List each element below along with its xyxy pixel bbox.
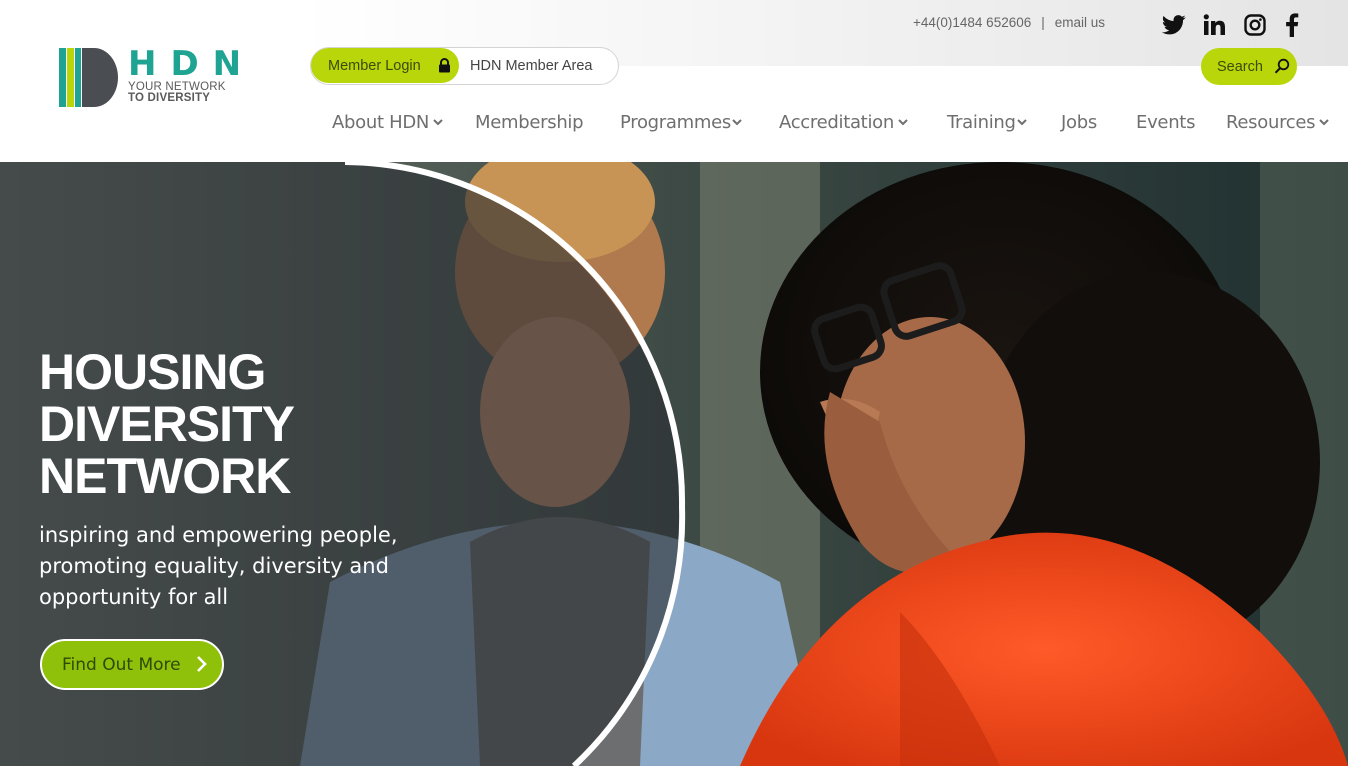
- member-area-link[interactable]: HDN Member Area: [470, 58, 592, 74]
- logo-mark-icon: [59, 48, 118, 107]
- instagram-icon[interactable]: [1244, 12, 1285, 38]
- nav-about-hdn-label: About HDN: [332, 112, 430, 133]
- nav-jobs[interactable]: Jobs: [1061, 112, 1097, 133]
- search-icon: [1274, 58, 1290, 74]
- nav-resources-label: Resources: [1226, 112, 1316, 133]
- find-out-more-button[interactable]: Find Out More: [40, 639, 224, 690]
- hero-subtitle-line1: inspiring and empowering people,: [39, 523, 398, 547]
- main-navigation: About HDN Membership Programmes Accredit…: [0, 112, 1348, 138]
- nav-training-label: Training: [947, 112, 1016, 133]
- hero-banner: HOUSING DIVERSITY NETWORK inspiring and …: [0, 162, 1348, 766]
- nav-events-label: Events: [1136, 112, 1196, 133]
- hero-subtitle-line2: promoting equality, diversity and: [39, 554, 389, 578]
- nav-programmes[interactable]: Programmes: [620, 112, 742, 133]
- nav-membership[interactable]: Membership: [475, 112, 584, 133]
- hero-subtitle: inspiring and empowering people, promoti…: [39, 520, 459, 613]
- chevron-down-icon: [1319, 119, 1329, 126]
- nav-resources[interactable]: Resources: [1226, 112, 1329, 133]
- chevron-down-icon: [898, 119, 908, 126]
- search-button[interactable]: Search: [1201, 48, 1297, 85]
- nav-events[interactable]: Events: [1136, 112, 1195, 133]
- social-links: [1162, 12, 1326, 38]
- contact-separator: |: [1041, 15, 1045, 30]
- nav-accreditation[interactable]: Accreditation: [779, 112, 908, 133]
- hero-title: HOUSING DIVERSITY NETWORK: [39, 344, 295, 504]
- nav-jobs-label: Jobs: [1061, 112, 1097, 133]
- site-header: HDN YOUR NETWORK TO DIVERSITY +44(0)1484…: [0, 0, 1348, 162]
- logo-tagline-line2: TO DIVERSITY: [128, 92, 211, 104]
- lock-icon: [439, 58, 450, 73]
- email-link[interactable]: email us: [1055, 15, 1105, 30]
- twitter-icon[interactable]: [1162, 12, 1203, 38]
- search-label: Search: [1217, 58, 1263, 75]
- chevron-down-icon: [1016, 119, 1027, 126]
- facebook-icon[interactable]: [1285, 12, 1326, 38]
- hero-title-line1: HOUSING: [39, 344, 266, 400]
- logo-letters: HDN: [128, 44, 256, 84]
- member-login-label: Member Login: [328, 57, 421, 74]
- nav-accreditation-label: Accreditation: [779, 112, 894, 133]
- hdn-logo[interactable]: HDN YOUR NETWORK TO DIVERSITY: [58, 44, 248, 110]
- nav-training[interactable]: Training: [947, 112, 1027, 133]
- member-login-button[interactable]: Member Login: [311, 48, 459, 83]
- nav-about-hdn[interactable]: About HDN: [332, 112, 443, 133]
- linkedin-icon[interactable]: [1203, 12, 1244, 38]
- chevron-down-icon: [433, 119, 443, 126]
- nav-programmes-label: Programmes: [620, 112, 731, 133]
- hero-title-line2: DIVERSITY: [39, 396, 295, 452]
- chevron-down-icon: [732, 119, 742, 126]
- nav-membership-label: Membership: [475, 112, 584, 133]
- find-out-more-label: Find Out More: [62, 654, 181, 675]
- chevron-right-icon: [197, 656, 207, 672]
- hero-subtitle-line3: opportunity for all: [39, 585, 229, 609]
- contact-info: +44(0)1484 652606 | email us: [913, 15, 1105, 30]
- phone-link[interactable]: +44(0)1484 652606: [913, 15, 1031, 30]
- hero-title-line3: NETWORK: [39, 448, 291, 504]
- member-links: Member Login HDN Member Area: [310, 47, 619, 85]
